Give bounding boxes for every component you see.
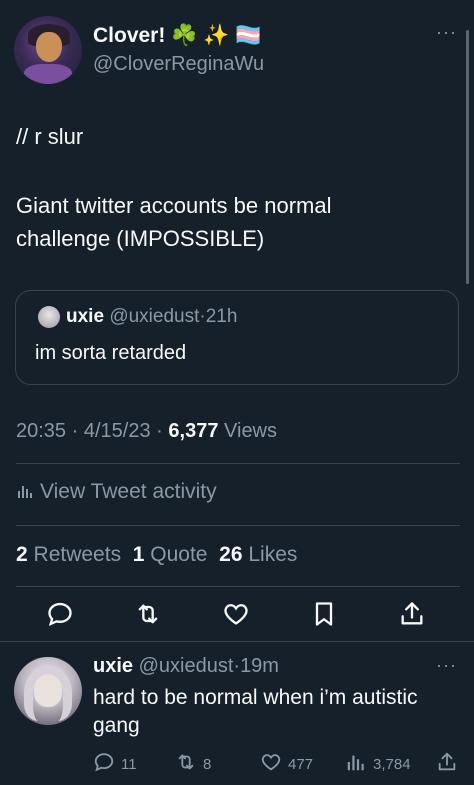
author-display-name[interactable]: Clover! ☘️ ✨ 🏳️‍⚧️ xyxy=(93,24,261,48)
reply-header: uxie @uxiedust·19m xyxy=(93,655,279,678)
retweets-count: 2 xyxy=(16,543,28,566)
share-icon[interactable] xyxy=(398,600,426,628)
quoted-author-avatar xyxy=(38,306,60,328)
meta-dot-1: · xyxy=(71,420,79,442)
engagement-stats: 2 Retweets 1 Quote 26 Likes xyxy=(16,543,297,567)
quoted-author: uxie @uxiedust·21h xyxy=(66,306,237,328)
reply-icon[interactable] xyxy=(46,600,74,628)
likes-count: 26 xyxy=(219,543,243,566)
activity-label: View Tweet activity xyxy=(40,480,217,503)
reply-reply-button[interactable]: 11 xyxy=(93,752,137,776)
retweet-icon xyxy=(175,751,197,777)
view-tweet-activity-link[interactable]: View Tweet activity xyxy=(16,480,217,506)
quoted-tweet-card[interactable] xyxy=(15,290,459,385)
bookmark-icon[interactable] xyxy=(310,600,338,628)
quoted-author-handle: @uxiedust xyxy=(109,306,200,327)
quoted-timestamp: 21h xyxy=(205,306,238,327)
reply-more-options-icon[interactable]: ··· xyxy=(436,655,457,676)
reply-timestamp[interactable]: 19m xyxy=(240,655,279,677)
like-icon xyxy=(260,751,282,777)
quotes-count: 1 xyxy=(132,543,145,566)
reply-views-button[interactable]: 3,784 xyxy=(345,752,411,776)
divider xyxy=(16,463,460,464)
tweet-date: 4/15/23 xyxy=(83,420,151,442)
reply-author-handle[interactable]: @uxiedust xyxy=(139,655,234,677)
quotes-stat[interactable]: 1 Quote xyxy=(133,543,208,566)
views-count: 6,377 xyxy=(168,420,219,442)
tweet-time: 20:35 xyxy=(16,420,67,442)
retweets-label: Retweets xyxy=(33,543,122,566)
like-count: 477 xyxy=(288,755,314,773)
quoted-author-name: uxie xyxy=(66,306,105,327)
reply-text: hard to be normal when i’m autistic gang xyxy=(93,686,418,737)
author-handle[interactable]: @CloverReginaWu xyxy=(93,53,264,76)
author-avatar[interactable] xyxy=(14,16,82,84)
reply-author-name[interactable]: uxie xyxy=(93,655,133,677)
tweet-text-line-1: // r slur xyxy=(16,124,84,149)
reply-count: 11 xyxy=(121,755,137,773)
quoted-tweet-text: im sorta retarded xyxy=(35,342,187,364)
like-icon[interactable] xyxy=(222,600,250,628)
reply-retweet-button[interactable]: 8 xyxy=(175,752,211,776)
likes-stat[interactable]: 26 Likes xyxy=(219,543,297,566)
likes-label: Likes xyxy=(248,543,298,566)
reply-share-button[interactable] xyxy=(436,752,458,776)
tweet-text-line-2: Giant twitter accounts be normal xyxy=(16,193,332,218)
more-options-icon[interactable]: ··· xyxy=(436,22,457,43)
tweet-text-line-3: challenge (IMPOSSIBLE) xyxy=(16,226,265,251)
tweet-meta: 20:35 · 4/15/23 · 6,377 Views xyxy=(16,420,277,443)
divider xyxy=(0,641,474,642)
divider xyxy=(16,525,460,526)
quotes-label: Quote xyxy=(150,543,208,566)
views-count: 3,784 xyxy=(373,755,411,773)
activity-icon xyxy=(16,482,34,506)
retweet-icon[interactable] xyxy=(134,600,162,628)
reply-author-avatar[interactable] xyxy=(14,657,82,725)
reply-like-button[interactable]: 477 xyxy=(260,752,313,776)
views-label: Views xyxy=(224,420,278,442)
meta-dot-2: · xyxy=(156,420,163,442)
retweet-count: 8 xyxy=(203,755,212,773)
retweets-stat[interactable]: 2 Retweets xyxy=(16,543,121,566)
divider xyxy=(16,586,460,587)
share-icon xyxy=(436,751,458,777)
reply-icon xyxy=(93,751,115,777)
scrollbar[interactable] xyxy=(466,30,469,284)
views-icon xyxy=(345,751,367,777)
